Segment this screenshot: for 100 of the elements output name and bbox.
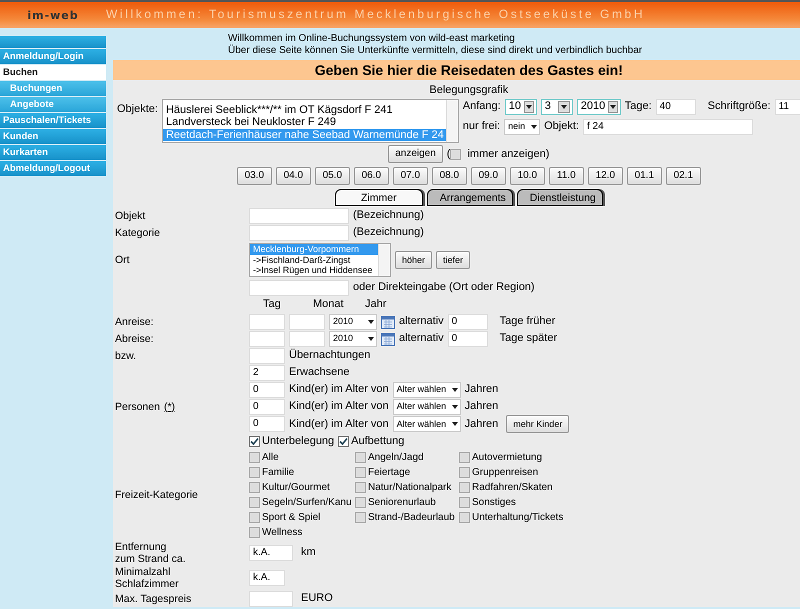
- caret-icon: [452, 404, 458, 409]
- field-label: nur frei:: [462, 120, 500, 133]
- field-label: Max. Tagespreis: [115, 592, 192, 605]
- month-button[interactable]: 07.0: [392, 167, 428, 186]
- checkbox[interactable]: [338, 436, 350, 448]
- input-field[interactable]: k.A.: [249, 544, 293, 561]
- month-button[interactable]: 08.0: [432, 167, 467, 186]
- month-button[interactable]: 09.0: [470, 167, 506, 186]
- input-field[interactable]: 0: [249, 382, 285, 398]
- list-option[interactable]: ->Fischland-Darß-Zingst: [250, 254, 378, 266]
- checkbox[interactable]: [249, 452, 260, 464]
- checkbox[interactable]: [355, 467, 366, 478]
- list-option[interactable]: Häuslerei Seeblick***/** im OT Kägsdorf F 241: [162, 104, 446, 116]
- month-button[interactable]: 10.0: [510, 167, 545, 186]
- checkbox[interactable]: [459, 512, 470, 524]
- more-children-button[interactable]: mehr Kinder: [506, 415, 570, 434]
- tab[interactable]: Dienstleistung: [516, 189, 603, 206]
- scrollbar[interactable]: [378, 244, 390, 276]
- intro-text: Willkommen im Online-Buchungssystem von wild-east marketing: [228, 33, 516, 44]
- region-listbox[interactable]: Mecklenburg-Vorpommern ->Fischland-Darß-Zingst ->Insel Rügen und Hiddensee: [249, 243, 391, 278]
- month-button[interactable]: 04.0: [276, 167, 311, 186]
- region-button[interactable]: tiefer: [436, 251, 470, 270]
- input-field[interactable]: 0: [448, 330, 488, 347]
- checkbox[interactable]: [249, 482, 260, 494]
- field-label: Anreise:: [115, 316, 154, 328]
- select-field[interactable]: Alter wählen: [392, 398, 461, 415]
- checkbox[interactable]: [355, 452, 366, 464]
- checkbox[interactable]: [249, 527, 260, 538]
- object-listbox[interactable]: Häuslerei Seeblick***/** im OT Kägsdorf F 241 Landversteck bei Neukloster F 249 Reetdach-Ferienhäuser nahe Seebad Warnemünde F 24: [162, 98, 459, 144]
- input-field[interactable]: [249, 590, 293, 607]
- checkbox-label: Sonstiges: [472, 496, 516, 508]
- hint-text: Kind(er) im Alter von: [289, 400, 389, 413]
- checkbox[interactable]: [355, 512, 366, 524]
- input-field[interactable]: [249, 314, 285, 330]
- month-button[interactable]: 05.0: [314, 167, 350, 186]
- month-button[interactable]: 02.1: [666, 167, 701, 186]
- input-field[interactable]: [249, 280, 349, 296]
- list-option[interactable]: ->Insel Rügen und Hiddensee: [250, 265, 378, 276]
- input-field[interactable]: 2: [249, 364, 285, 381]
- field-label: Objekte:: [117, 102, 158, 117]
- hint-text: Kind(er) im Alter von: [289, 418, 389, 430]
- sidebar-item[interactable]: Buchen: [0, 65, 106, 81]
- input-field[interactable]: [249, 224, 349, 241]
- checkbox[interactable]: [249, 497, 260, 508]
- show-button[interactable]: anzeigen: [388, 145, 443, 164]
- checkbox[interactable]: [459, 482, 470, 494]
- input-field[interactable]: 0: [249, 398, 285, 415]
- select-field[interactable]: Alter wählen: [392, 416, 461, 432]
- select-field[interactable]: nein: [504, 118, 540, 135]
- tab[interactable]: Arrangements: [426, 189, 513, 206]
- month-button[interactable]: 01.1: [626, 167, 662, 186]
- month-button[interactable]: 03.0: [236, 167, 272, 186]
- input-field[interactable]: f 24: [582, 118, 753, 135]
- input-field[interactable]: 0: [448, 314, 488, 330]
- input-field[interactable]: [249, 330, 285, 347]
- region-button[interactable]: höher: [395, 251, 432, 270]
- scrollbar[interactable]: [446, 100, 458, 142]
- hint-text: Tage später: [500, 332, 558, 345]
- checkbox-label: Kultur/Gourmet: [262, 482, 330, 494]
- input-field[interactable]: [249, 348, 285, 364]
- checkbox-label: Feiertage: [368, 466, 410, 478]
- select-field[interactable]: 2010: [329, 330, 377, 347]
- field-label: Abreise:: [115, 332, 154, 345]
- checkbox[interactable]: [459, 497, 470, 508]
- checkbox[interactable]: [249, 436, 260, 448]
- checkbox-label: Segeln/Surfen/Kanu: [262, 496, 352, 508]
- input-field[interactable]: 11: [774, 98, 800, 115]
- tab[interactable]: Zimmer: [334, 189, 423, 206]
- checkbox-label: Seniorenurlaub: [368, 496, 436, 508]
- select-field[interactable]: Alter wählen: [392, 382, 461, 398]
- field-label: bzw.: [115, 350, 136, 362]
- input-field[interactable]: 0: [249, 416, 285, 432]
- checkbox[interactable]: [249, 467, 260, 478]
- select-field[interactable]: 10: [504, 98, 537, 115]
- calendar-icon[interactable]: [381, 314, 395, 329]
- calendar-icon[interactable]: [381, 332, 395, 346]
- input-field[interactable]: k.A.: [249, 570, 285, 586]
- hint-text: (Bezeichnung): [353, 226, 424, 239]
- input-field[interactable]: [289, 314, 325, 330]
- input-field[interactable]: [289, 330, 325, 347]
- note-link[interactable]: (*): [164, 400, 176, 413]
- month-button[interactable]: 11.0: [548, 167, 584, 186]
- checkbox-label: Angeln/Jagd: [368, 452, 424, 464]
- checkbox[interactable]: [355, 497, 366, 508]
- checkbox[interactable]: [459, 467, 470, 478]
- hint-text: km: [301, 546, 316, 559]
- select-field[interactable]: 3: [540, 98, 573, 115]
- month-button[interactable]: 12.0: [588, 167, 623, 186]
- list-option[interactable]: Landversteck bei Neukloster F 249: [162, 116, 446, 129]
- checkbox[interactable]: [450, 148, 462, 160]
- checkbox[interactable]: [249, 512, 260, 524]
- checkbox[interactable]: [355, 482, 366, 494]
- select-field[interactable]: 2010: [329, 314, 377, 330]
- checkbox[interactable]: [459, 452, 470, 464]
- field-label: Personen: [115, 400, 160, 413]
- input-field[interactable]: 40: [656, 98, 696, 115]
- input-field[interactable]: [249, 208, 349, 224]
- select-field[interactable]: 2010: [576, 98, 621, 115]
- hint-text: Jahren: [464, 418, 498, 430]
- month-button[interactable]: 06.0: [354, 167, 389, 186]
